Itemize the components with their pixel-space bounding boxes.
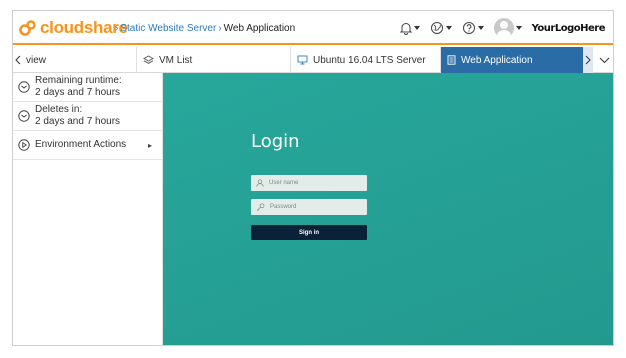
globe-icon — [430, 22, 443, 34]
chevron-down-icon — [515, 26, 522, 30]
top-header: cloudshare › Static Website Server › Web… — [13, 11, 613, 45]
breadcrumb-parent[interactable]: Static Website Server — [120, 23, 216, 34]
deletes-in-value: 2 days and 7 hours — [35, 116, 121, 127]
chevron-down-icon — [413, 26, 420, 30]
tab-label: view — [26, 54, 47, 66]
bell-icon — [399, 22, 412, 35]
help-icon — [462, 22, 475, 34]
cloudshare-logo-icon — [19, 20, 36, 36]
tab-label: Ubuntu 16.04 LTS Server — [313, 54, 426, 66]
remaining-runtime-item[interactable]: Remaining runtime: 2 days and 7 hours — [13, 73, 162, 102]
breadcrumb: › Static Website Server › Web Applicatio… — [113, 23, 295, 34]
chevron-right-icon: ▸ — [147, 141, 152, 150]
chevron-down-icon — [477, 26, 484, 30]
cloudshare-logo[interactable]: cloudshare — [19, 18, 128, 38]
breadcrumb-chevron-icon: › — [218, 23, 222, 34]
user-icon — [256, 179, 264, 187]
password-field[interactable]: Password — [251, 199, 367, 215]
environment-actions-label: Environment Actions — [35, 139, 127, 150]
tab-label: Web Application — [461, 54, 533, 66]
chevron-down-icon — [445, 26, 452, 30]
tab-vm-list[interactable]: VM List — [137, 47, 291, 73]
avatar — [493, 18, 514, 38]
tab-view[interactable]: view — [13, 47, 137, 73]
password-placeholder: Password — [270, 204, 297, 210]
tab-bar: view VM List Ubuntu 16.04 LTS Server Web… — [13, 47, 613, 73]
notifications-button[interactable] — [399, 22, 420, 35]
breadcrumb-current: Web Application — [223, 23, 296, 34]
clock-icon — [18, 110, 30, 122]
remaining-runtime-label: Remaining runtime: — [35, 75, 122, 86]
app-frame: cloudshare › Static Website Server › Web… — [12, 10, 614, 346]
chevron-down-icon — [599, 57, 609, 63]
play-icon — [18, 139, 30, 151]
environment-sidebar: Remaining runtime: 2 days and 7 hours De… — [13, 73, 163, 345]
document-icon — [447, 55, 456, 65]
tab-label: VM List — [159, 54, 193, 66]
tab-web-application[interactable]: Web Application — [441, 47, 583, 73]
tab-ubuntu-server[interactable]: Ubuntu 16.04 LTS Server — [291, 47, 441, 73]
breadcrumb-chevron-icon: › — [115, 23, 119, 34]
sign-in-button[interactable]: Sign in — [251, 225, 367, 240]
globe-button[interactable] — [430, 21, 452, 35]
clock-icon — [18, 81, 30, 93]
deletes-in-label: Deletes in: — [35, 104, 83, 115]
monitor-icon — [297, 55, 308, 65]
environment-actions-item[interactable]: Environment Actions ▸ — [13, 131, 162, 160]
tab-scroll-right-button[interactable] — [583, 47, 593, 73]
header-actions: YourLogoHere — [390, 17, 606, 39]
tab-list-dropdown-button[interactable] — [595, 47, 613, 73]
remaining-runtime-value: 2 days and 7 hours — [35, 87, 121, 98]
username-placeholder: User name — [269, 180, 299, 186]
customer-logo: YourLogoHere — [531, 22, 606, 34]
chevron-right-icon — [585, 55, 591, 65]
user-menu-button[interactable] — [493, 18, 522, 38]
login-title: Login — [251, 131, 300, 152]
layers-icon — [143, 55, 154, 65]
help-button[interactable] — [462, 21, 484, 35]
deletes-in-item[interactable]: Deletes in: 2 days and 7 hours — [13, 102, 162, 131]
web-application-viewport[interactable]: Login User name Password Sign in — [163, 73, 613, 345]
chevron-left-icon — [15, 55, 21, 65]
username-field[interactable]: User name — [251, 175, 367, 191]
key-icon — [256, 203, 265, 211]
